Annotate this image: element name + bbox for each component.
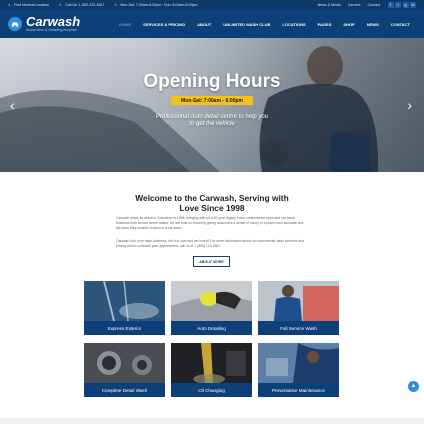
hero-slider: Opening Hours Mon-Sat: 7:00am - 6:00pm P… (0, 38, 424, 172)
chevron-left-icon[interactable]: ‹ (10, 98, 15, 112)
facebook-icon[interactable]: f (387, 2, 394, 8)
main-header: Carwash Automotive & Detailing template … (0, 10, 424, 38)
chevron-right-icon[interactable]: › (407, 98, 412, 112)
service-card-auto-detailing[interactable]: Auto Detailing (171, 281, 252, 335)
welcome-title-line-2: Love Since 1998 (179, 203, 245, 213)
careers-link[interactable]: Careers (348, 3, 361, 7)
welcome-paragraph-1: Carwash made its debut in Columbus in 19… (116, 216, 304, 230)
footer-strip (0, 418, 424, 424)
about-more-button[interactable]: ABOUT MORE (193, 256, 230, 267)
service-card-full-service-wash[interactable]: Full Service Wash (258, 281, 339, 335)
hero-hours-badge: Mon-Sat: 7:00am - 6:00pm (171, 96, 253, 105)
main-nav: HOME SERVICES & PRICING ABOUT UNLIMITED … (113, 10, 416, 38)
logo-tagline: Automotive & Detailing template (26, 27, 78, 32)
back-to-top-button[interactable]: ▲ (408, 381, 419, 392)
welcome-title: Welcome to the Carwash, Serving with Lov… (112, 193, 312, 213)
nav-contact[interactable]: CONTACT (385, 10, 416, 38)
service-label: Preventative Maintenance (258, 383, 339, 397)
nav-about[interactable]: ABOUT (191, 10, 217, 38)
nav-shop[interactable]: SHOP (337, 10, 360, 38)
twitter-icon[interactable]: t (395, 2, 401, 8)
service-image (258, 281, 339, 321)
hero-subtitle: Professional Auto detail centre to help … (0, 114, 424, 128)
nav-locations[interactable]: LOCATIONS (276, 10, 311, 38)
hours-text: Mon-Sat: 7:00am-6:00pm / Sun: 8:00am-6:0… (120, 3, 198, 7)
contact-link[interactable]: Contact (368, 3, 380, 7)
service-card-oil-changing[interactable]: Oil Changing (171, 343, 252, 397)
logo-name: Carwash (26, 13, 81, 29)
service-image (171, 343, 252, 383)
hero-title: Opening Hours (143, 71, 281, 92)
nav-pages[interactable]: PAGES (312, 10, 338, 38)
service-label: Auto Detailing (171, 321, 252, 335)
hours-info: ● Mon-Sat: 7:00am-6:00pm / Sun: 8:00am-6… (114, 2, 198, 8)
phone-text: Call Us: 1-800-123-4567 (65, 3, 105, 7)
chevron-up-icon: ▲ (410, 383, 417, 389)
hero-subtitle-line-1: Professional Auto detail centre to help … (155, 114, 269, 120)
service-image (258, 343, 339, 383)
nav-unlimited-wash-club[interactable]: UNLIMITED WASH CLUB (217, 10, 276, 38)
news-media-link[interactable]: News & Media (318, 3, 341, 7)
nav-services-pricing[interactable]: SERVICES & PRICING (137, 10, 191, 38)
service-card-preventative-maintenance[interactable]: Preventative Maintenance (258, 343, 339, 397)
hero-subtitle-line-2: to get the vehicle (189, 121, 235, 127)
service-image (84, 281, 165, 321)
nav-home[interactable]: HOME (113, 10, 137, 38)
welcome-title-line-1: Welcome to the Carwash, Serving with (135, 193, 289, 203)
service-image (171, 281, 252, 321)
nav-news[interactable]: NEWS (361, 10, 385, 38)
hero-overlay (0, 38, 424, 172)
service-label: Oil Changing (171, 383, 252, 397)
location-link[interactable]: ● Find Nearest Location (8, 2, 50, 8)
clock-icon: ● (114, 2, 117, 7)
phone-info: ● Call Us: 1-800-123-4567 (59, 2, 105, 8)
car-logo-icon (8, 17, 22, 31)
service-label: Full Service Wash (258, 321, 339, 335)
top-bar: ● Find Nearest Location ● Call Us: 1-800… (0, 0, 424, 10)
service-card-express-exterior[interactable]: Express Exterior (84, 281, 165, 335)
welcome-paragraph-2: Carwash isn't your main business, but it… (116, 239, 304, 248)
location-pin-icon: ● (8, 2, 11, 7)
phone-icon: ● (59, 2, 62, 7)
service-label: Express Exterior (84, 321, 165, 335)
social-links: f t g in (386, 2, 416, 8)
google-plus-icon[interactable]: g (402, 2, 409, 8)
logo[interactable]: Carwash Automotive & Detailing template (8, 13, 81, 33)
service-image (84, 343, 165, 383)
location-text: Find Nearest Location (14, 3, 50, 7)
service-card-complete-detail-wash[interactable]: Complete Detail Wash (84, 343, 165, 397)
linkedin-icon[interactable]: in (410, 2, 416, 8)
service-label: Complete Detail Wash (84, 383, 165, 397)
